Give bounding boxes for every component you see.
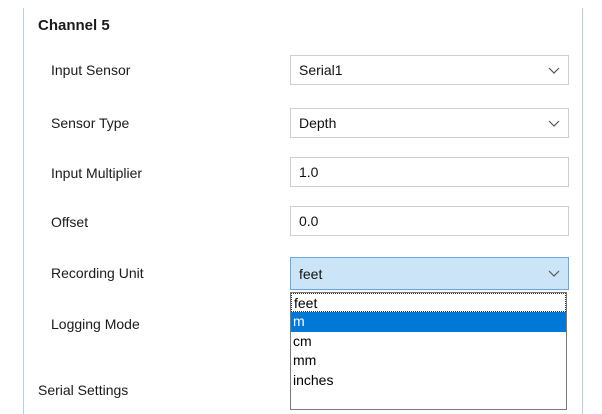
input-multiplier-value: 1.0 <box>299 164 319 180</box>
sensor-type-value: Depth <box>299 115 337 131</box>
recording-unit-value: feet <box>299 266 323 282</box>
offset-label: Offset <box>51 214 89 230</box>
recording-unit-select[interactable]: feet <box>290 257 569 290</box>
chevron-down-icon <box>548 67 560 74</box>
offset-value: 0.0 <box>299 213 319 229</box>
dropdown-option-m[interactable]: m <box>291 312 566 332</box>
input-sensor-value: Serial1 <box>299 62 343 78</box>
recording-unit-label: Recording Unit <box>51 265 144 281</box>
dropdown-option-inches[interactable]: inches <box>291 371 566 390</box>
input-multiplier-input[interactable]: 1.0 <box>290 157 569 187</box>
sensor-type-select[interactable]: Depth <box>290 108 569 138</box>
dropdown-option-cm[interactable]: cm <box>291 332 566 351</box>
panel-title: Channel 5 <box>38 17 110 34</box>
logging-mode-label: Logging Mode <box>51 316 140 332</box>
chevron-down-icon <box>548 270 560 277</box>
recording-unit-dropdown: feet m cm mm inches <box>290 292 567 410</box>
offset-input[interactable]: 0.0 <box>290 206 569 236</box>
dropdown-option-mm[interactable]: mm <box>291 351 566 370</box>
input-multiplier-label: Input Multiplier <box>51 165 143 181</box>
chevron-down-icon <box>548 120 560 127</box>
input-sensor-label: Input Sensor <box>51 62 131 78</box>
dropdown-option-feet[interactable]: feet <box>291 293 566 313</box>
input-sensor-select[interactable]: Serial1 <box>290 55 569 85</box>
serial-settings-heading: Serial Settings <box>38 382 129 398</box>
sensor-type-label: Sensor Type <box>51 115 130 131</box>
